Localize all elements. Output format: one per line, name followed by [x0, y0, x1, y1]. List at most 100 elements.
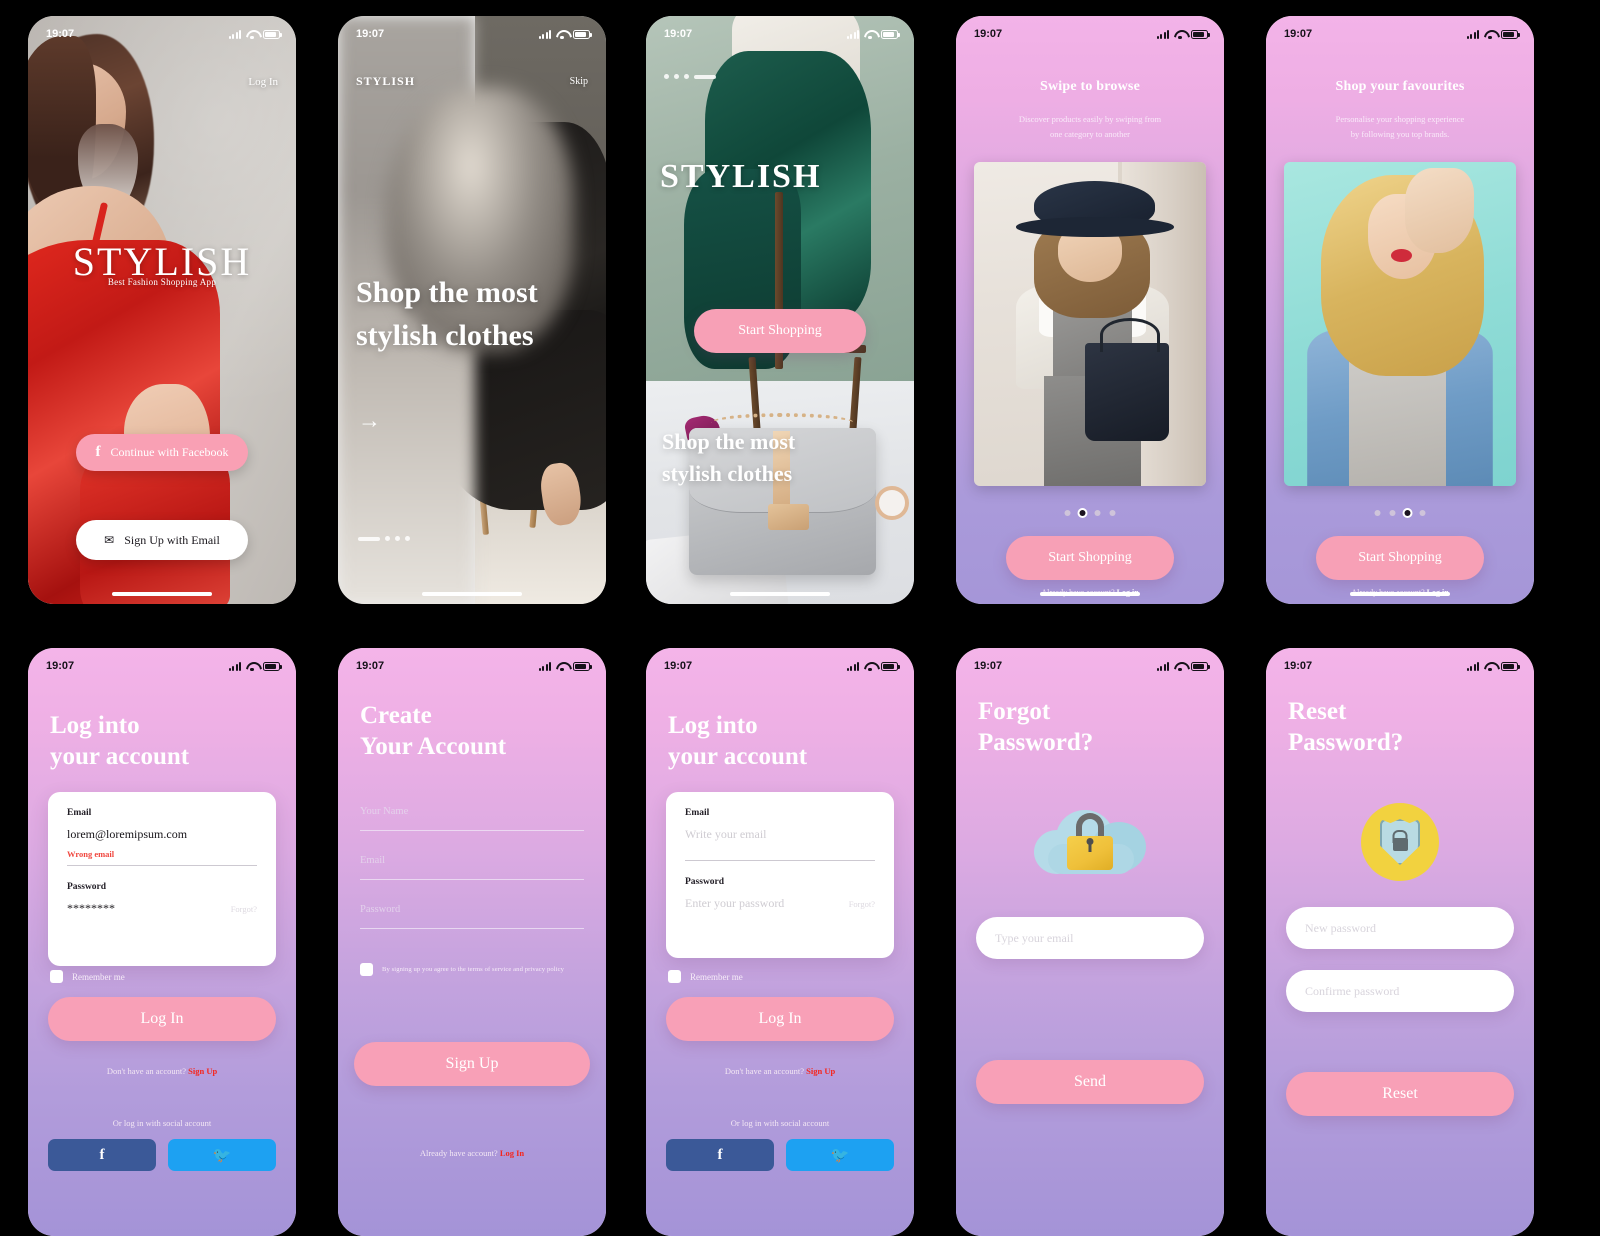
login-link[interactable]: Log In — [248, 76, 278, 88]
home-indicator[interactable] — [422, 592, 522, 596]
home-indicator[interactable] — [1040, 592, 1140, 596]
terms-row[interactable]: By signing up you agree to the terms of … — [360, 963, 592, 976]
brand-wordmark: STYLISH — [660, 158, 822, 195]
signup-with-email-button[interactable]: ✉ Sign Up with Email — [76, 520, 248, 560]
login-button[interactable]: Log In — [48, 997, 276, 1041]
new-password-placeholder: New password — [1305, 920, 1376, 935]
battery-icon — [1191, 661, 1210, 671]
signup-link[interactable]: Sign Up — [806, 1066, 835, 1076]
login-button[interactable]: Log In — [666, 997, 894, 1041]
new-password-input[interactable]: New password — [1286, 907, 1514, 949]
email-button-label: Sign Up with Email — [124, 532, 220, 547]
status-bar: 19:07 — [646, 16, 914, 46]
email-underline — [685, 860, 875, 861]
phone-forgot-password: 19:07 Forgot Password? Type your email S… — [956, 648, 1224, 1236]
email-error-message: Wrong email — [67, 849, 115, 859]
remember-me-checkbox[interactable] — [668, 970, 681, 983]
social-buttons-row: f 🐦 — [48, 1139, 276, 1171]
page-title-line1: Create — [360, 702, 432, 729]
next-arrow-icon[interactable]: → — [358, 408, 381, 434]
status-time: 19:07 — [1284, 28, 1313, 40]
shield-lock-icon — [1380, 819, 1420, 865]
forgot-password-link[interactable]: Forgot? — [849, 899, 875, 909]
login-link[interactable]: Log In — [500, 1148, 524, 1158]
email-input[interactable]: Write your email — [685, 827, 875, 842]
start-shopping-label: Start Shopping — [1358, 550, 1442, 565]
onboarding-subtitle-line2: by following you top brands. — [1350, 129, 1450, 139]
login-form-card: Email Write your email Password Enter yo… — [666, 792, 894, 958]
signup-button[interactable]: Sign Up — [354, 1042, 590, 1086]
phone-login-empty: 19:07 Log into your account Email Write … — [646, 648, 914, 1236]
send-button-label: Send — [1074, 1073, 1106, 1090]
page-title-line1: Log into — [668, 712, 758, 739]
twitter-login-button[interactable]: 🐦 — [786, 1139, 894, 1171]
cloud-lock-illustration — [1034, 808, 1146, 874]
status-time: 19:07 — [664, 28, 693, 40]
start-shopping-label: Start Shopping — [1048, 550, 1132, 565]
status-time: 19:07 — [356, 28, 385, 40]
status-time: 19:07 — [974, 28, 1003, 40]
status-bar: 19:07 — [28, 648, 296, 678]
password-label: Password — [67, 882, 107, 892]
terms-checkbox[interactable] — [360, 963, 373, 976]
signup-prompt-text: Don't have an account? — [106, 1066, 186, 1076]
name-field[interactable]: Your Name — [360, 806, 584, 831]
start-shopping-button[interactable]: Start Shopping — [1006, 536, 1174, 580]
email-label: Email — [67, 808, 92, 818]
password-field[interactable]: Password — [360, 904, 584, 929]
onboarding-title: Shop your favourites — [1335, 79, 1465, 94]
splash-headline: Shop the most stylish clothes — [662, 429, 796, 486]
email-input[interactable]: lorem@loremipsum.com — [67, 827, 257, 842]
facebook-login-button[interactable]: f — [48, 1139, 156, 1171]
continue-with-facebook-button[interactable]: f Continue with Facebook — [76, 434, 248, 471]
twitter-icon: 🐦 — [830, 1147, 850, 1164]
forgot-password-link[interactable]: Forgot? — [231, 904, 257, 914]
facebook-login-button[interactable]: f — [666, 1139, 774, 1171]
remember-me-label: Remember me — [72, 971, 125, 982]
home-indicator[interactable] — [1350, 592, 1450, 596]
remember-me-row[interactable]: Remember me — [50, 970, 125, 983]
screen-forgot-password: 19:07 Forgot Password? Type your email S… — [956, 648, 1224, 1236]
password-input[interactable]: ******** — [67, 901, 115, 916]
cellular-signal-icon — [1156, 661, 1169, 671]
pagination-dots[interactable] — [1374, 510, 1426, 516]
phone-login-error: 19:07 Log into your account Email lorem@… — [28, 648, 296, 1236]
status-bar: 19:07 — [1266, 16, 1534, 46]
cellular-signal-icon — [538, 661, 551, 671]
email-input[interactable]: Type your email — [976, 917, 1204, 959]
screen-reset-password: 19:07 Reset Password? New password Confi… — [1266, 648, 1534, 1236]
login-prompt: Already have account? Log In — [338, 1148, 606, 1158]
email-placeholder: Email — [360, 855, 386, 866]
skip-link[interactable]: Skip — [570, 76, 588, 87]
start-shopping-button[interactable]: Start Shopping — [1316, 536, 1484, 580]
home-indicator[interactable] — [112, 592, 212, 596]
home-indicator[interactable] — [730, 592, 830, 596]
screen-board: 19:07 Log In STYLISH Best Fashion Shoppi… — [0, 0, 1600, 1236]
email-field[interactable]: Email — [360, 855, 584, 880]
progress-indicator[interactable] — [664, 74, 716, 79]
status-time: 19:07 — [46, 28, 75, 40]
signup-link[interactable]: Sign Up — [188, 1066, 217, 1076]
status-bar: 19:07 — [956, 16, 1224, 46]
send-button[interactable]: Send — [976, 1060, 1204, 1104]
password-input[interactable]: Enter your password — [685, 896, 784, 911]
start-shopping-button[interactable]: Start Shopping — [694, 309, 866, 353]
status-time: 19:07 — [46, 660, 75, 672]
pagination-dots[interactable] — [1064, 510, 1116, 516]
battery-icon — [263, 29, 282, 39]
screen-login-empty: 19:07 Log into your account Email Write … — [646, 648, 914, 1236]
reset-button[interactable]: Reset — [1286, 1072, 1514, 1116]
page-title-line1: Forgot — [978, 698, 1051, 725]
phone-welcome: 19:07 Log In STYLISH Best Fashion Shoppi… — [28, 16, 296, 604]
status-bar: 19:07 — [338, 648, 606, 678]
onboarding-image-card — [1284, 162, 1516, 486]
cellular-signal-icon — [846, 661, 859, 671]
confirm-password-input[interactable]: Confirme password — [1286, 970, 1514, 1012]
battery-icon — [1501, 661, 1520, 671]
shield-badge-illustration — [1361, 803, 1439, 881]
status-bar: 19:07 — [646, 648, 914, 678]
remember-me-row[interactable]: Remember me — [668, 970, 743, 983]
remember-me-checkbox[interactable] — [50, 970, 63, 983]
progress-indicator[interactable] — [358, 536, 410, 541]
twitter-login-button[interactable]: 🐦 — [168, 1139, 276, 1171]
